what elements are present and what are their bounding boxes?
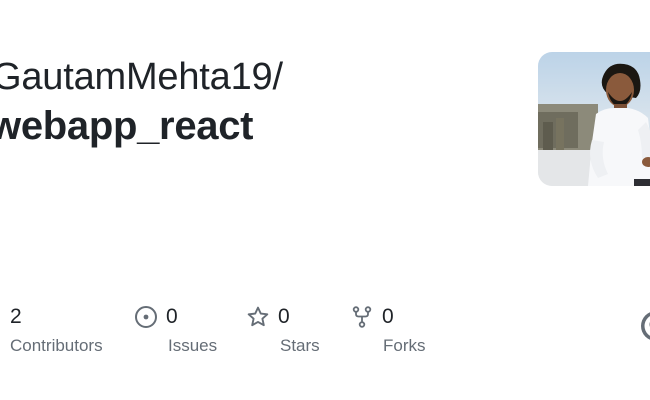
repo-owner[interactable]: GautamMehta19/ <box>0 56 283 99</box>
contributors-count: 2 <box>10 305 22 328</box>
stat-issues-row: 0 <box>134 304 217 330</box>
stars-count: 0 <box>278 305 290 328</box>
stat-stars[interactable]: 0 Stars <box>246 304 320 356</box>
forks-count: 0 <box>382 305 394 328</box>
forks-label: Forks <box>383 336 426 355</box>
stat-contributors-row: 2 <box>10 304 103 330</box>
owner-avatar[interactable] <box>538 52 650 186</box>
issue-opened-icon <box>134 305 158 329</box>
issues-label: Issues <box>168 336 218 355</box>
star-icon <box>246 305 270 329</box>
stat-forks[interactable]: 0 Forks <box>350 304 426 356</box>
stat-issues[interactable]: 0 Issues <box>134 304 217 356</box>
avatar-photo <box>538 52 650 186</box>
stat-stars-row: 0 <box>246 304 320 330</box>
stat-contributors[interactable]: 2 Contributors <box>10 304 103 356</box>
repo-name[interactable]: webapp_react <box>0 104 253 149</box>
stars-label: Stars <box>280 336 320 355</box>
issues-count: 0 <box>166 305 178 328</box>
stat-forks-row: 0 <box>350 304 426 330</box>
contributors-label: Contributors <box>10 336 103 355</box>
repo-forked-icon <box>350 305 374 329</box>
github-mark-icon <box>640 310 650 342</box>
repo-social-card: GautamMehta19/ webapp_react 2 Contributo… <box>0 0 650 400</box>
